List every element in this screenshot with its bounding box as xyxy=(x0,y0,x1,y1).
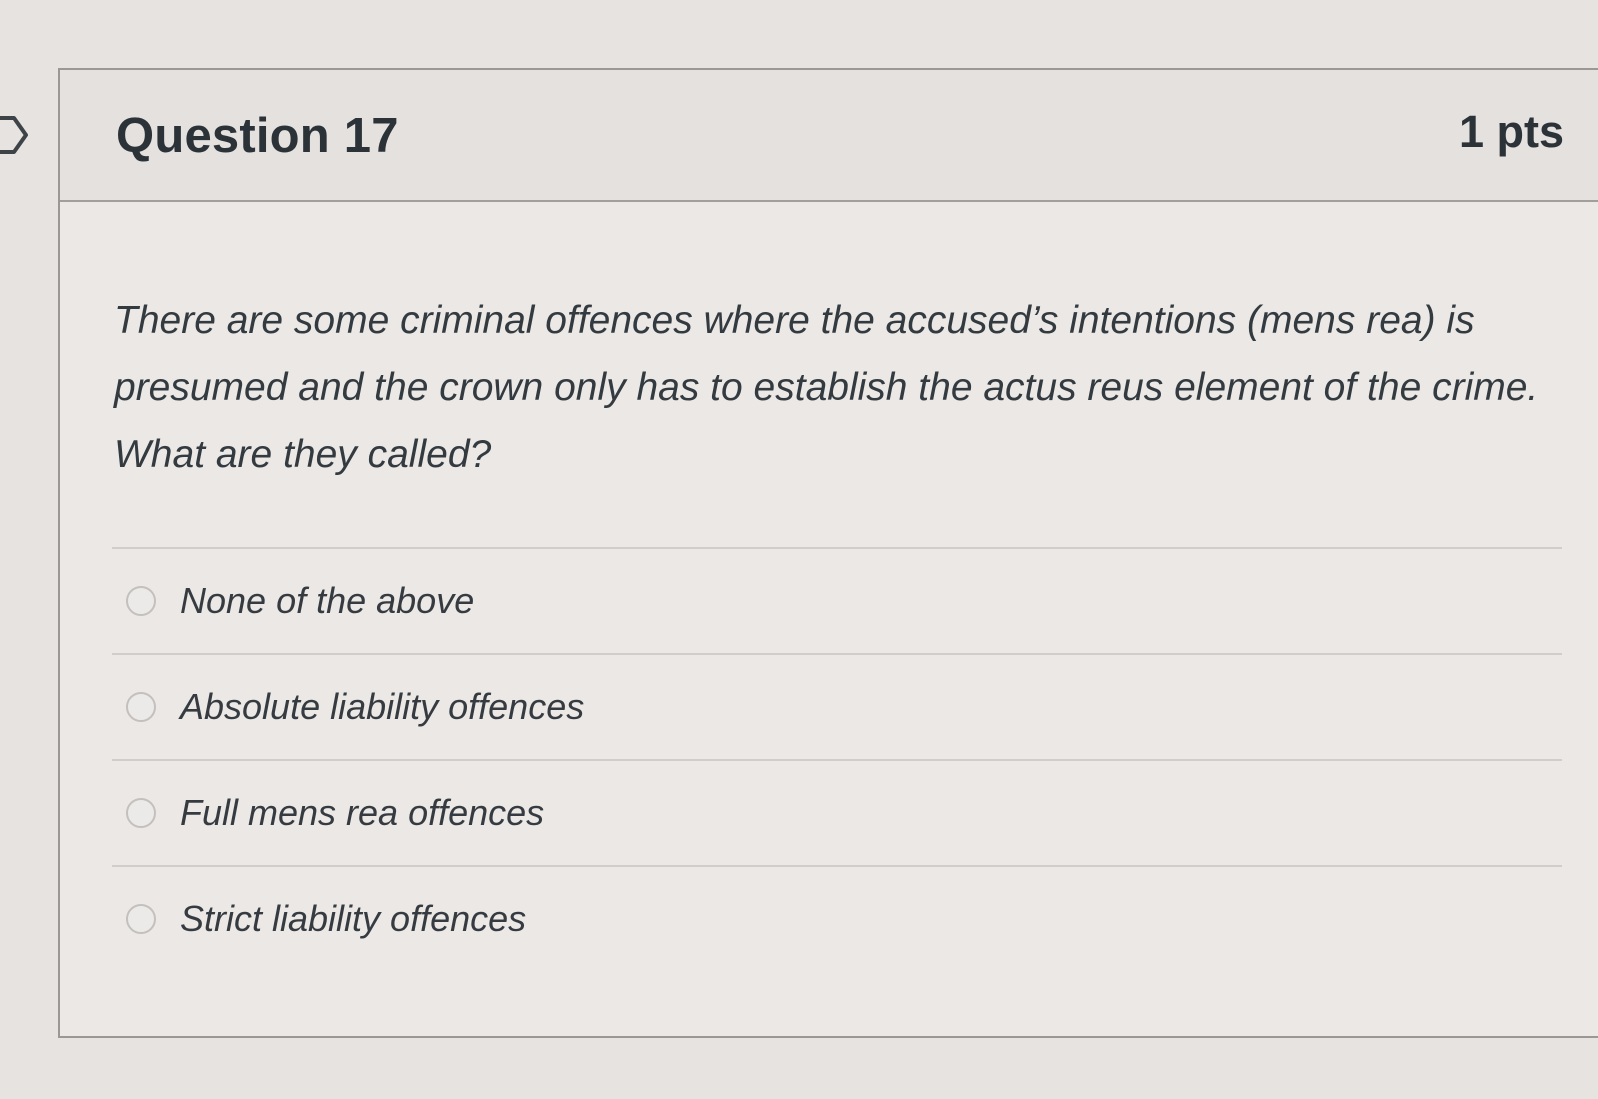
answer-option-none-of-the-above[interactable]: None of the above xyxy=(112,549,1562,653)
answer-label: Absolute liability offences xyxy=(180,686,585,727)
answer-label: Strict liability offences xyxy=(180,898,527,939)
radio-unselected-icon[interactable] xyxy=(126,692,156,722)
answer-option-full-mens-rea[interactable]: Full mens rea offences xyxy=(112,761,1562,865)
answer-option-strict-liability[interactable]: Strict liability offences xyxy=(112,867,1562,971)
flag-question-icon[interactable] xyxy=(0,114,32,156)
question-card: Question 17 1 pts There are some crimina… xyxy=(58,68,1598,1038)
answer-label: Full mens rea offences xyxy=(180,792,545,833)
question-text: There are some criminal offences where t… xyxy=(114,299,1539,476)
question-header: Question 17 1 pts xyxy=(60,70,1598,202)
question-body: There are some criminal offences where t… xyxy=(60,202,1598,1040)
question-title: Question 17 xyxy=(116,109,399,163)
radio-unselected-icon[interactable] xyxy=(126,586,156,616)
question-points: 1 pts xyxy=(1458,106,1564,157)
answer-list: None of the above Absolute liability off… xyxy=(112,547,1562,971)
radio-unselected-icon[interactable] xyxy=(126,904,156,934)
answer-label: None of the above xyxy=(180,580,475,621)
answer-option-absolute-liability[interactable]: Absolute liability offences xyxy=(112,655,1562,759)
radio-unselected-icon[interactable] xyxy=(126,798,156,828)
